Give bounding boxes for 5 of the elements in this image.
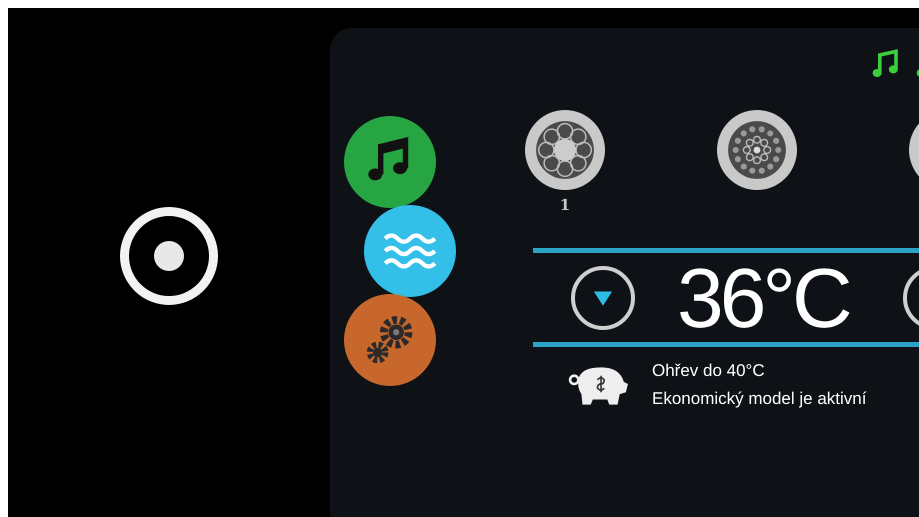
- jet-label: 1: [560, 196, 570, 214]
- temperature-value: 36°C: [677, 256, 849, 340]
- home-button[interactable]: [120, 206, 218, 304]
- status-text: Ohřev do 40°C: [652, 361, 766, 381]
- status-text: Ekonomický model je aktivní: [652, 389, 866, 409]
